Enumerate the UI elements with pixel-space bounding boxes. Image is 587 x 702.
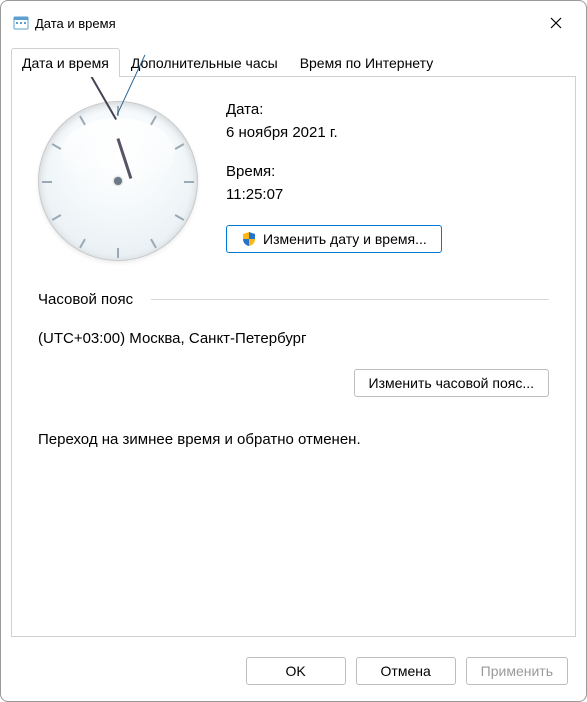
tab-additional-clocks[interactable]: Дополнительные часы xyxy=(120,48,289,77)
ok-button[interactable]: OK xyxy=(246,657,346,685)
footer: OK Отмена Применить xyxy=(1,647,586,701)
change-timezone-label: Изменить часовой пояс... xyxy=(369,375,534,391)
change-timezone-button[interactable]: Изменить часовой пояс... xyxy=(354,369,549,397)
uac-shield-icon xyxy=(241,231,257,247)
close-button[interactable] xyxy=(538,9,574,37)
window-title: Дата и время xyxy=(35,16,538,31)
timezone-heading: Часовой пояс xyxy=(38,291,133,308)
tabs: Дата и время Дополнительные часы Время п… xyxy=(1,47,586,76)
close-icon xyxy=(550,17,562,29)
timezone-heading-row: Часовой пояс xyxy=(38,291,549,308)
cancel-button[interactable]: Отмена xyxy=(356,657,456,685)
dst-note: Переход на зимнее время и обратно отмене… xyxy=(38,431,549,448)
date-value: 6 ноября 2021 г. xyxy=(226,124,442,141)
tab-date-time[interactable]: Дата и время xyxy=(11,48,120,77)
date-time-info: Дата: 6 ноября 2021 г. Время: 11:25:07 И… xyxy=(226,101,442,261)
divider xyxy=(151,299,549,300)
apply-button[interactable]: Применить xyxy=(466,657,568,685)
time-value: 11:25:07 xyxy=(226,186,442,203)
timezone-value: (UTC+03:00) Москва, Санкт-Петербург xyxy=(38,330,549,347)
date-label: Дата: xyxy=(226,101,442,118)
tab-internet-time[interactable]: Время по Интернету xyxy=(289,48,445,77)
analog-clock xyxy=(38,101,198,261)
clock-hour-hand xyxy=(117,138,133,179)
app-icon xyxy=(13,15,29,31)
titlebar: Дата и время xyxy=(1,1,586,41)
change-date-time-label: Изменить дату и время... xyxy=(263,231,427,247)
time-label: Время: xyxy=(226,163,442,180)
tab-panel: Дата: 6 ноября 2021 г. Время: 11:25:07 И… xyxy=(11,76,576,637)
change-date-time-button[interactable]: Изменить дату и время... xyxy=(226,225,442,253)
